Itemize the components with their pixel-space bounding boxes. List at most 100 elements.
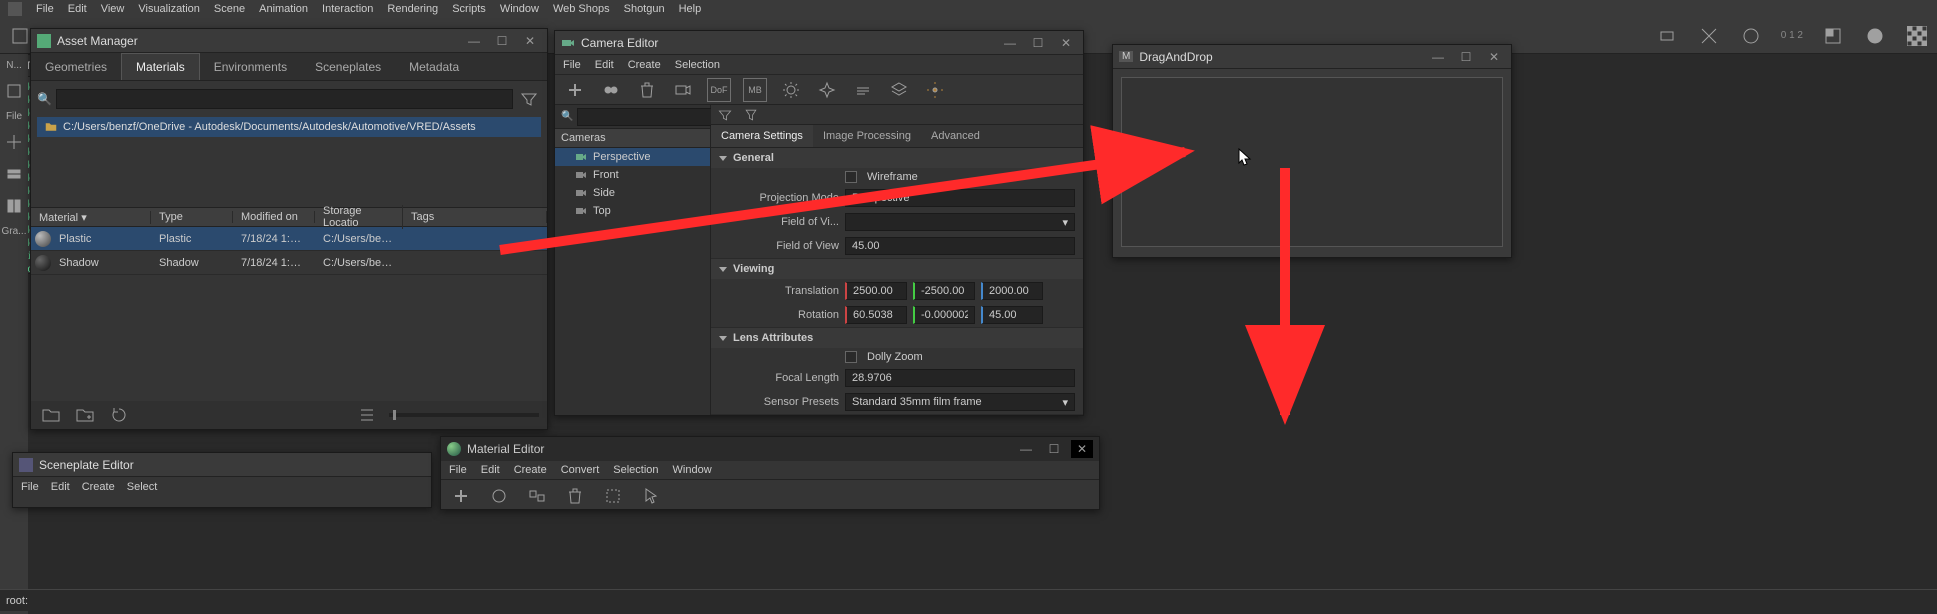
minimize-button[interactable]: — (999, 34, 1021, 52)
menu-webshops[interactable]: Web Shops (553, 3, 610, 15)
section-viewing-head[interactable]: Viewing (711, 259, 1083, 279)
minimize-button[interactable]: — (1015, 440, 1037, 458)
rotation-y[interactable] (913, 306, 975, 324)
folder-path-row[interactable]: C:/Users/benzf/OneDrive - Autodesk/Docum… (37, 117, 541, 137)
filter-icon[interactable] (517, 87, 541, 111)
toolbar-button[interactable] (1863, 24, 1887, 48)
size-slider[interactable] (389, 413, 539, 417)
tab-environments[interactable]: Environments (200, 54, 301, 80)
close-button[interactable]: ✕ (1071, 440, 1093, 458)
sp-menu-create[interactable]: Create (82, 481, 115, 493)
translation-x[interactable] (845, 282, 907, 300)
menu-help[interactable]: Help (679, 3, 702, 15)
col-tags[interactable]: Tags (403, 211, 547, 223)
terminal-prompt[interactable]: root: (0, 589, 1937, 611)
close-button[interactable]: ✕ (519, 32, 541, 50)
checkered-icon[interactable] (1905, 24, 1929, 48)
toolbar-button[interactable] (1655, 24, 1679, 48)
tab-materials[interactable]: Materials (121, 53, 200, 80)
toolbar-button[interactable] (1697, 24, 1721, 48)
drop-zone[interactable] (1121, 77, 1503, 247)
menu-file[interactable]: File (36, 3, 54, 15)
col-modified[interactable]: Modified on (233, 211, 315, 223)
menu-interaction[interactable]: Interaction (322, 3, 373, 15)
ungroup-icon[interactable] (601, 484, 625, 508)
tab-image-processing[interactable]: Image Processing (813, 125, 921, 147)
fov-mode-select[interactable]: ▾ (845, 213, 1075, 231)
refresh-icon[interactable] (107, 403, 131, 427)
table-row[interactable]: Plastic Plastic 7/18/24 1:13 PM C:/Users… (31, 227, 547, 251)
menu-edit[interactable]: Edit (68, 3, 87, 15)
rotation-z[interactable] (981, 306, 1043, 324)
close-button[interactable]: ✕ (1055, 34, 1077, 52)
tab-geometries[interactable]: Geometries (31, 54, 121, 80)
translation-z[interactable] (981, 282, 1043, 300)
fov-input[interactable] (845, 237, 1075, 255)
toolbar-button[interactable] (8, 24, 32, 48)
dolly-checkbox[interactable] (845, 351, 857, 363)
tab-camera-settings[interactable]: Camera Settings (711, 125, 813, 147)
layers-icon[interactable] (887, 78, 911, 102)
camera-icon[interactable] (671, 78, 695, 102)
asset-search-input[interactable] (56, 89, 513, 109)
maximize-button[interactable]: ☐ (1043, 440, 1065, 458)
add-icon[interactable] (449, 484, 473, 508)
sp-menu-select[interactable]: Select (127, 481, 158, 493)
sensor-preset-select[interactable]: Standard 35mm film frame▾ (845, 393, 1075, 411)
side-button[interactable] (2, 194, 26, 218)
new-folder-icon[interactable] (39, 403, 63, 427)
mb-icon[interactable]: MB (743, 78, 767, 102)
tab-sceneplates[interactable]: Sceneplates (301, 54, 395, 80)
tree-header-cameras[interactable]: Cameras (555, 129, 710, 148)
maximize-button[interactable]: ☐ (1027, 34, 1049, 52)
funnel-icon[interactable] (743, 107, 759, 123)
me-menu-selection[interactable]: Selection (613, 464, 658, 476)
col-storage[interactable]: Storage Locatio (315, 205, 403, 229)
add-folder-icon[interactable] (73, 403, 97, 427)
side-button[interactable] (2, 130, 26, 154)
delete-icon[interactable] (635, 78, 659, 102)
draganddrop-titlebar[interactable]: M DragAndDrop — ☐ ✕ (1113, 45, 1511, 69)
minimize-button[interactable]: — (463, 32, 485, 50)
group-icon[interactable] (525, 484, 549, 508)
translation-y[interactable] (913, 282, 975, 300)
menu-visualization[interactable]: Visualization (138, 3, 200, 15)
ce-menu-create[interactable]: Create (628, 59, 661, 71)
table-row[interactable]: Shadow Shadow 7/18/24 1:44 PM C:/Users/b… (31, 251, 547, 275)
flare-icon[interactable] (923, 78, 947, 102)
material-editor-titlebar[interactable]: Material Editor — ☐ ✕ (441, 437, 1099, 461)
tree-item-side[interactable]: Side (555, 184, 710, 202)
me-menu-file[interactable]: File (449, 464, 467, 476)
section-general-head[interactable]: General (711, 148, 1083, 168)
me-menu-convert[interactable]: Convert (561, 464, 600, 476)
col-material[interactable]: Material ▾ (31, 211, 151, 224)
duplicate-icon[interactable] (599, 78, 623, 102)
ce-menu-edit[interactable]: Edit (595, 59, 614, 71)
side-button[interactable] (2, 79, 26, 103)
dof-icon[interactable]: DoF (707, 78, 731, 102)
tree-item-perspective[interactable]: Perspective (555, 148, 710, 166)
me-menu-create[interactable]: Create (514, 464, 547, 476)
fog-icon[interactable] (851, 78, 875, 102)
section-lens-head[interactable]: Lens Attributes (711, 328, 1083, 348)
ce-menu-selection[interactable]: Selection (675, 59, 720, 71)
add-icon[interactable] (563, 78, 587, 102)
tab-advanced[interactable]: Advanced (921, 125, 990, 147)
menu-animation[interactable]: Animation (259, 3, 308, 15)
sphere-icon[interactable] (487, 484, 511, 508)
sp-menu-edit[interactable]: Edit (51, 481, 70, 493)
me-menu-edit[interactable]: Edit (481, 464, 500, 476)
menu-rendering[interactable]: Rendering (387, 3, 438, 15)
camera-editor-titlebar[interactable]: Camera Editor — ☐ ✕ (555, 31, 1083, 55)
menu-scripts[interactable]: Scripts (452, 3, 486, 15)
rotation-x[interactable] (845, 306, 907, 324)
toolbar-button[interactable] (1821, 24, 1845, 48)
tree-item-top[interactable]: Top (555, 202, 710, 220)
menu-window[interactable]: Window (500, 3, 539, 15)
asset-manager-titlebar[interactable]: Asset Manager — ☐ ✕ (31, 29, 547, 53)
sceneplate-titlebar[interactable]: Sceneplate Editor (13, 453, 431, 477)
tree-item-front[interactable]: Front (555, 166, 710, 184)
filter-icon[interactable] (717, 107, 733, 123)
side-button[interactable] (2, 162, 26, 186)
delete-icon[interactable] (563, 484, 587, 508)
